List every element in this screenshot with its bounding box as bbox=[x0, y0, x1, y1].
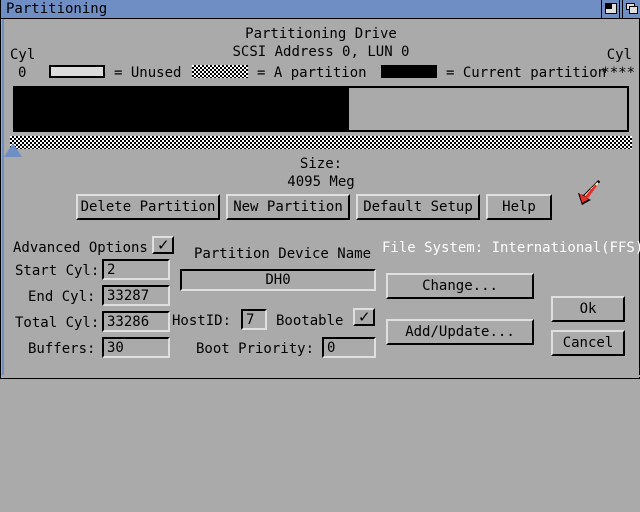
partitioning-window: Partitioning Partitioning Drive SCSI Add… bbox=[0, 0, 640, 379]
advanced-options-checkbox[interactable]: ✓ bbox=[152, 236, 174, 254]
legend-label-a-partition: = A partition bbox=[257, 66, 367, 81]
legend-swatch-a-partition bbox=[192, 65, 248, 78]
window-frame-bottom bbox=[2, 375, 640, 377]
size-label: Size: bbox=[4, 157, 638, 172]
window-titlebar[interactable]: Partitioning bbox=[1, 0, 640, 19]
size-value: 4095 Meg bbox=[4, 175, 638, 190]
partition-size-slider-knob[interactable] bbox=[4, 143, 22, 157]
page-title: Partitioning Drive bbox=[4, 27, 638, 42]
partition-size-slider-track[interactable] bbox=[10, 136, 632, 149]
legend-label-unused: = Unused bbox=[114, 66, 181, 81]
window-title: Partitioning bbox=[6, 1, 107, 18]
bootable-label: Bootable bbox=[276, 314, 343, 329]
delete-partition-button[interactable]: Delete Partition bbox=[76, 194, 220, 220]
boot-priority-label: Boot Priority: bbox=[196, 342, 314, 357]
ok-button[interactable]: Ok bbox=[551, 296, 625, 322]
left-cyl-value: 0 bbox=[18, 66, 26, 81]
new-partition-button[interactable]: New Partition bbox=[226, 194, 350, 220]
advanced-options-label: Advanced Options bbox=[13, 241, 148, 256]
start-cyl-label: Start Cyl: bbox=[15, 264, 99, 279]
start-cyl-input[interactable]: 2 bbox=[102, 259, 170, 280]
checkmark-icon: ✓ bbox=[157, 238, 170, 252]
left-cyl-label: Cyl bbox=[10, 48, 35, 63]
default-setup-button[interactable]: Default Setup bbox=[356, 194, 480, 220]
change-filesystem-button[interactable]: Change... bbox=[386, 273, 534, 299]
buffers-label: Buffers: bbox=[28, 342, 95, 357]
end-cyl-input[interactable]: 33287 bbox=[102, 285, 170, 306]
filesystem-label: File System: International(FFS) bbox=[382, 241, 640, 256]
depth-icon bbox=[626, 3, 638, 14]
add-update-filesystem-button[interactable]: Add/Update... bbox=[386, 319, 534, 345]
help-button[interactable]: Help bbox=[486, 194, 552, 220]
right-cyl-label: Cyl bbox=[607, 48, 632, 63]
window-content: Partitioning Drive SCSI Address 0, LUN 0… bbox=[4, 19, 638, 376]
total-cyl-input[interactable]: 33286 bbox=[102, 311, 170, 332]
zoom-gadget-button[interactable] bbox=[601, 0, 620, 18]
hostid-input[interactable]: 7 bbox=[241, 309, 267, 330]
checkmark-icon: ✓ bbox=[358, 310, 371, 324]
cancel-button[interactable]: Cancel bbox=[551, 330, 625, 356]
legend-swatch-current-partition bbox=[381, 65, 437, 78]
partition-device-name-input[interactable]: DH0 bbox=[180, 269, 376, 291]
depth-gadget-button[interactable] bbox=[622, 0, 640, 18]
end-cyl-label: End Cyl: bbox=[28, 290, 95, 305]
legend-label-current-partition: = Current partition bbox=[446, 66, 606, 81]
zoom-icon bbox=[605, 3, 617, 14]
drive-subtitle: SCSI Address 0, LUN 0 bbox=[4, 45, 638, 60]
total-cyl-label: Total Cyl: bbox=[15, 316, 99, 331]
bootable-checkbox[interactable]: ✓ bbox=[353, 308, 375, 326]
hostid-label: HostID: bbox=[172, 314, 231, 329]
right-cyl-value: **** bbox=[601, 66, 635, 81]
partition-device-name-label: Partition Device Name bbox=[194, 247, 371, 262]
buffers-input[interactable]: 30 bbox=[102, 337, 170, 358]
drive-map-bar[interactable] bbox=[13, 86, 629, 132]
drive-map-current-partition bbox=[15, 88, 349, 130]
legend-swatch-unused bbox=[49, 65, 105, 78]
boot-priority-input[interactable]: 0 bbox=[322, 337, 376, 358]
